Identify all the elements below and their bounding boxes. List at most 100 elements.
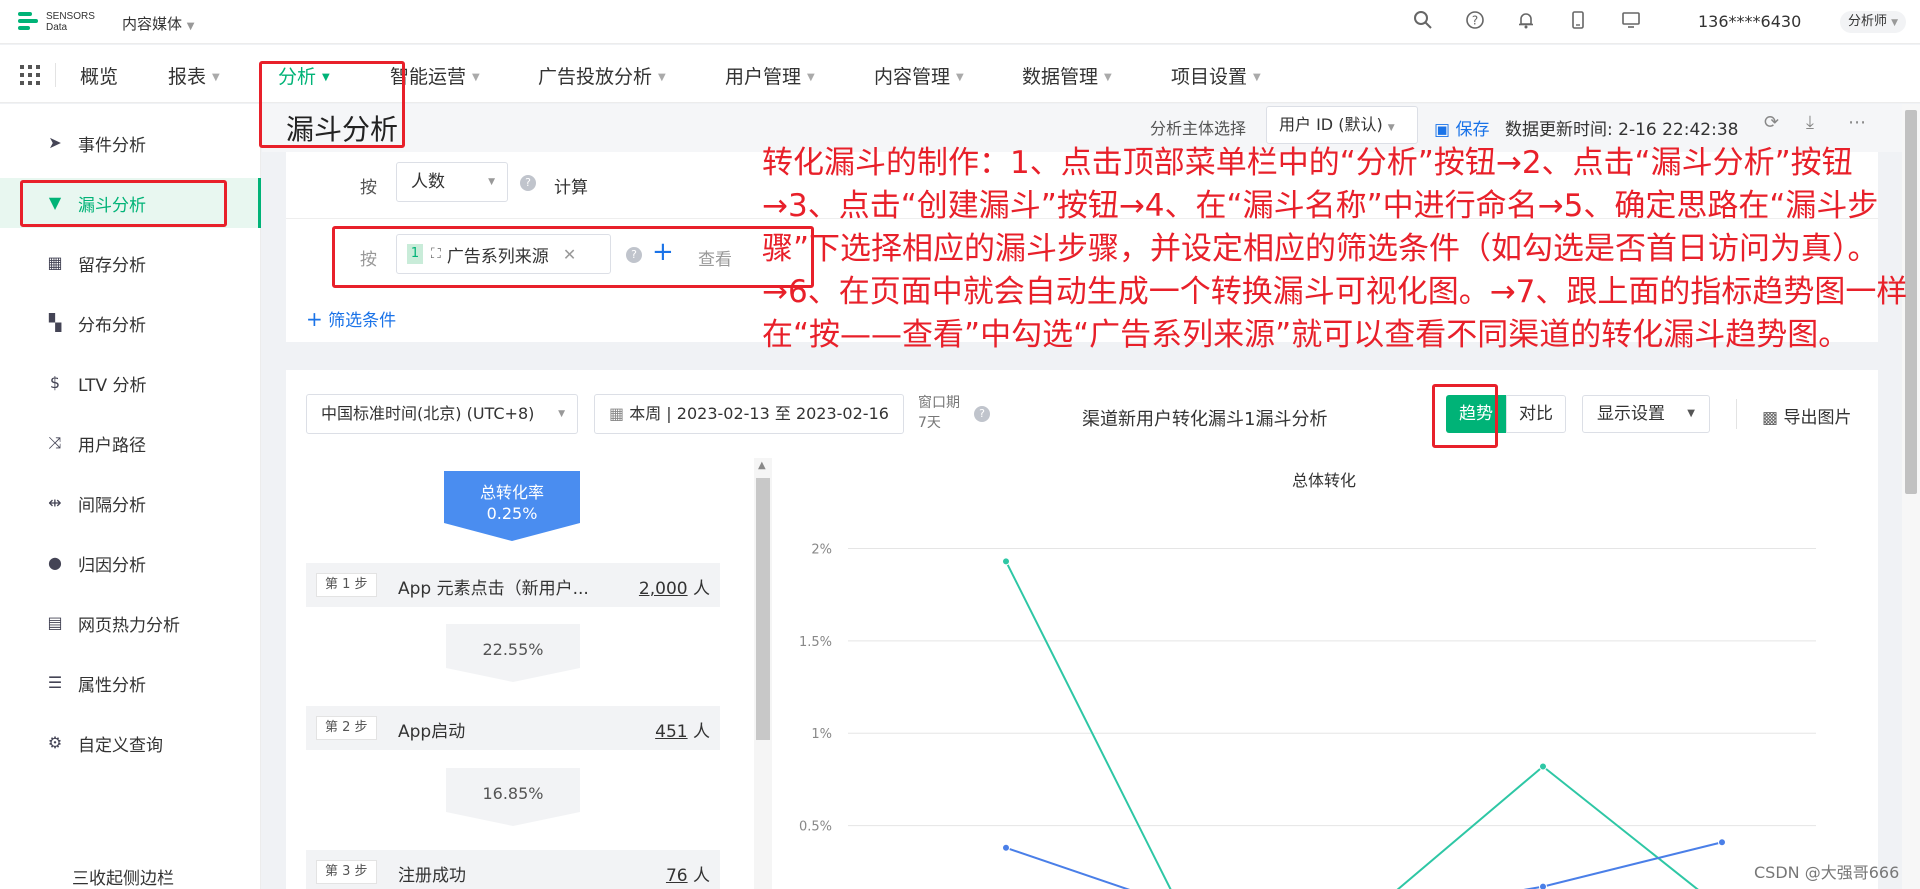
step-name: 注册成功: [398, 866, 466, 886]
role-label: 分析师: [1848, 14, 1888, 29]
monitor-icon[interactable]: [1620, 10, 1642, 32]
sidebar-item-retention[interactable]: ▦ 留存分析: [20, 238, 260, 288]
heatmap-icon: ▤: [47, 613, 63, 632]
sidebar-item-interval[interactable]: ⇹ 间隔分析: [20, 478, 260, 528]
y-tick-label: 1%: [811, 727, 832, 742]
add-filter-button[interactable]: + 筛选条件: [306, 306, 396, 331]
chevron-down-icon: ▼: [472, 72, 480, 83]
chevron-down-icon: ▼: [558, 409, 565, 419]
download-icon[interactable]: ⤓: [1806, 112, 1814, 133]
total-conversion-rate: 0.25%: [486, 504, 538, 523]
funnel-step[interactable]: 第 1 步 App 元素点击（新用户... 2,000 人: [306, 563, 720, 607]
sidebar-item-event[interactable]: ➤ 事件分析: [20, 118, 260, 168]
attribution-icon: ●: [48, 553, 62, 572]
user-account[interactable]: 136****6430: [1698, 12, 1801, 31]
bell-icon[interactable]: [1515, 10, 1537, 32]
highlight-trend-button: [1432, 384, 1498, 448]
funnel-step[interactable]: 第 3 步 注册成功 76 人: [306, 850, 720, 889]
search-icon[interactable]: [1412, 10, 1434, 32]
step-count: 2,000 人: [638, 579, 710, 599]
metric-select[interactable]: 人数 ▼: [396, 162, 508, 202]
step-count: 451 人: [655, 722, 710, 742]
display-settings-select[interactable]: 显示设置 ▼: [1582, 395, 1710, 433]
subject-select[interactable]: 用户 ID (默认) ▼: [1266, 106, 1418, 144]
apps-grid-icon[interactable]: [20, 65, 40, 85]
window-period: 窗口期 7天: [918, 395, 960, 431]
chevron-down-icon: ▼: [212, 72, 220, 83]
sidebar-item-custom-query[interactable]: ⚙ 自定义查询: [20, 718, 260, 768]
step-name: App启动: [398, 722, 466, 742]
total-conversion-label: 总转化率: [479, 483, 544, 502]
sidebar-item-heatmap[interactable]: ▤ 网页热力分析: [20, 598, 260, 648]
property-icon: ☰: [47, 673, 63, 692]
subject-label: 分析主体选择: [1150, 119, 1247, 138]
conversion-chart: 总体转化 2% 1.5% 1% 0.5%: [776, 458, 1872, 889]
mobile-icon[interactable]: [1567, 10, 1589, 32]
data-point[interactable]: [1718, 838, 1726, 847]
chevron-down-icon: ▼: [956, 72, 964, 83]
ltv-icon: $: [49, 373, 61, 392]
highlight-group-by: [332, 226, 814, 288]
export-image-button[interactable]: ▩ 导出图片: [1762, 403, 1851, 428]
data-point[interactable]: [1539, 882, 1547, 889]
chevron-down-icon: ▼: [1891, 18, 1899, 28]
compare-button[interactable]: 对比: [1506, 395, 1566, 433]
funnel-scroll-thumb[interactable]: [756, 478, 770, 740]
logo-text-line1: SENSORS: [46, 11, 95, 22]
watermark: CSDN @大强哥666: [1754, 863, 1900, 882]
y-tick-label: 2%: [811, 542, 832, 557]
svg-text:?: ?: [1472, 14, 1478, 28]
sidebar-item-property[interactable]: ☰ 属性分析: [20, 658, 260, 708]
cursor-icon: ➤: [48, 133, 62, 152]
image-icon: ▩: [1762, 408, 1779, 428]
toolbar-divider: [1736, 399, 1737, 429]
collapse-sidebar-button[interactable]: 三收起侧边栏: [72, 864, 174, 889]
chevron-down-icon: ▼: [658, 72, 666, 83]
chevron-down-icon: ▼: [1104, 72, 1112, 83]
total-conversion-badge: 总转化率 0.25%: [444, 471, 580, 541]
timezone-select[interactable]: 中国标准时间(北京) (UTC+8) ▼: [306, 394, 578, 434]
path-icon: ⤨: [48, 433, 62, 452]
logo-text-line2: Data: [46, 22, 68, 33]
query-icon: ⚙: [47, 733, 63, 752]
save-button[interactable]: ▣ 保存: [1434, 115, 1489, 140]
interval-icon: ⇹: [48, 493, 62, 512]
data-point[interactable]: [1539, 762, 1547, 771]
project-selector[interactable]: 内容媒体 ▼: [122, 13, 195, 34]
more-icon[interactable]: ⋯: [1848, 112, 1866, 133]
step-conversion: 22.55%: [446, 624, 580, 682]
sidebar-item-user-path[interactable]: ⤨ 用户路径: [20, 418, 260, 468]
sidebar-item-ltv[interactable]: $ LTV 分析: [20, 358, 260, 408]
step-badge: 第 3 步: [316, 860, 377, 884]
chevron-down-icon: ▼: [488, 177, 495, 187]
help-icon[interactable]: ?: [1464, 10, 1486, 32]
nav-project-settings[interactable]: 项目设置 ▼: [1171, 62, 1261, 89]
step-badge: 第 2 步: [316, 716, 377, 740]
help-icon[interactable]: ?: [974, 406, 990, 422]
role-selector[interactable]: 分析师 ▼: [1840, 11, 1907, 33]
step-count: 76 人: [665, 866, 710, 886]
help-icon[interactable]: ?: [520, 175, 536, 191]
highlight-sidebar-funnel: [20, 180, 227, 227]
nav-overview[interactable]: 概览: [80, 62, 118, 89]
nav-reports[interactable]: 报表 ▼: [168, 62, 220, 89]
data-point[interactable]: [1002, 843, 1010, 852]
plus-icon: +: [306, 307, 323, 331]
nav-content-mgmt[interactable]: 内容管理 ▼: [874, 62, 964, 89]
project-name: 内容媒体: [122, 15, 183, 33]
chevron-down-icon: ▼: [186, 21, 195, 32]
sidebar-item-distribution[interactable]: ▚ 分布分析: [20, 298, 260, 348]
nav-user-mgmt[interactable]: 用户管理 ▼: [725, 62, 815, 89]
chart-title: 总体转化: [1292, 471, 1356, 490]
refresh-icon[interactable]: ⟳: [1764, 112, 1779, 133]
nav-ad-analysis[interactable]: 广告投放分析 ▼: [538, 62, 666, 89]
data-point[interactable]: [1002, 557, 1010, 566]
sensors-logo[interactable]: SENSORS Data: [18, 10, 95, 34]
scroll-up-icon[interactable]: ▲: [758, 460, 766, 471]
calendar-icon: ▦: [609, 404, 625, 423]
sidebar-item-attribution[interactable]: ● 归因分析: [20, 538, 260, 588]
funnel-step[interactable]: 第 2 步 App启动 451 人: [306, 706, 720, 750]
nav-data-mgmt[interactable]: 数据管理 ▼: [1022, 62, 1112, 89]
logo-icon: [18, 10, 40, 34]
date-range-picker[interactable]: ▦ 本周 | 2023-02-13 至 2023-02-16: [594, 394, 904, 434]
